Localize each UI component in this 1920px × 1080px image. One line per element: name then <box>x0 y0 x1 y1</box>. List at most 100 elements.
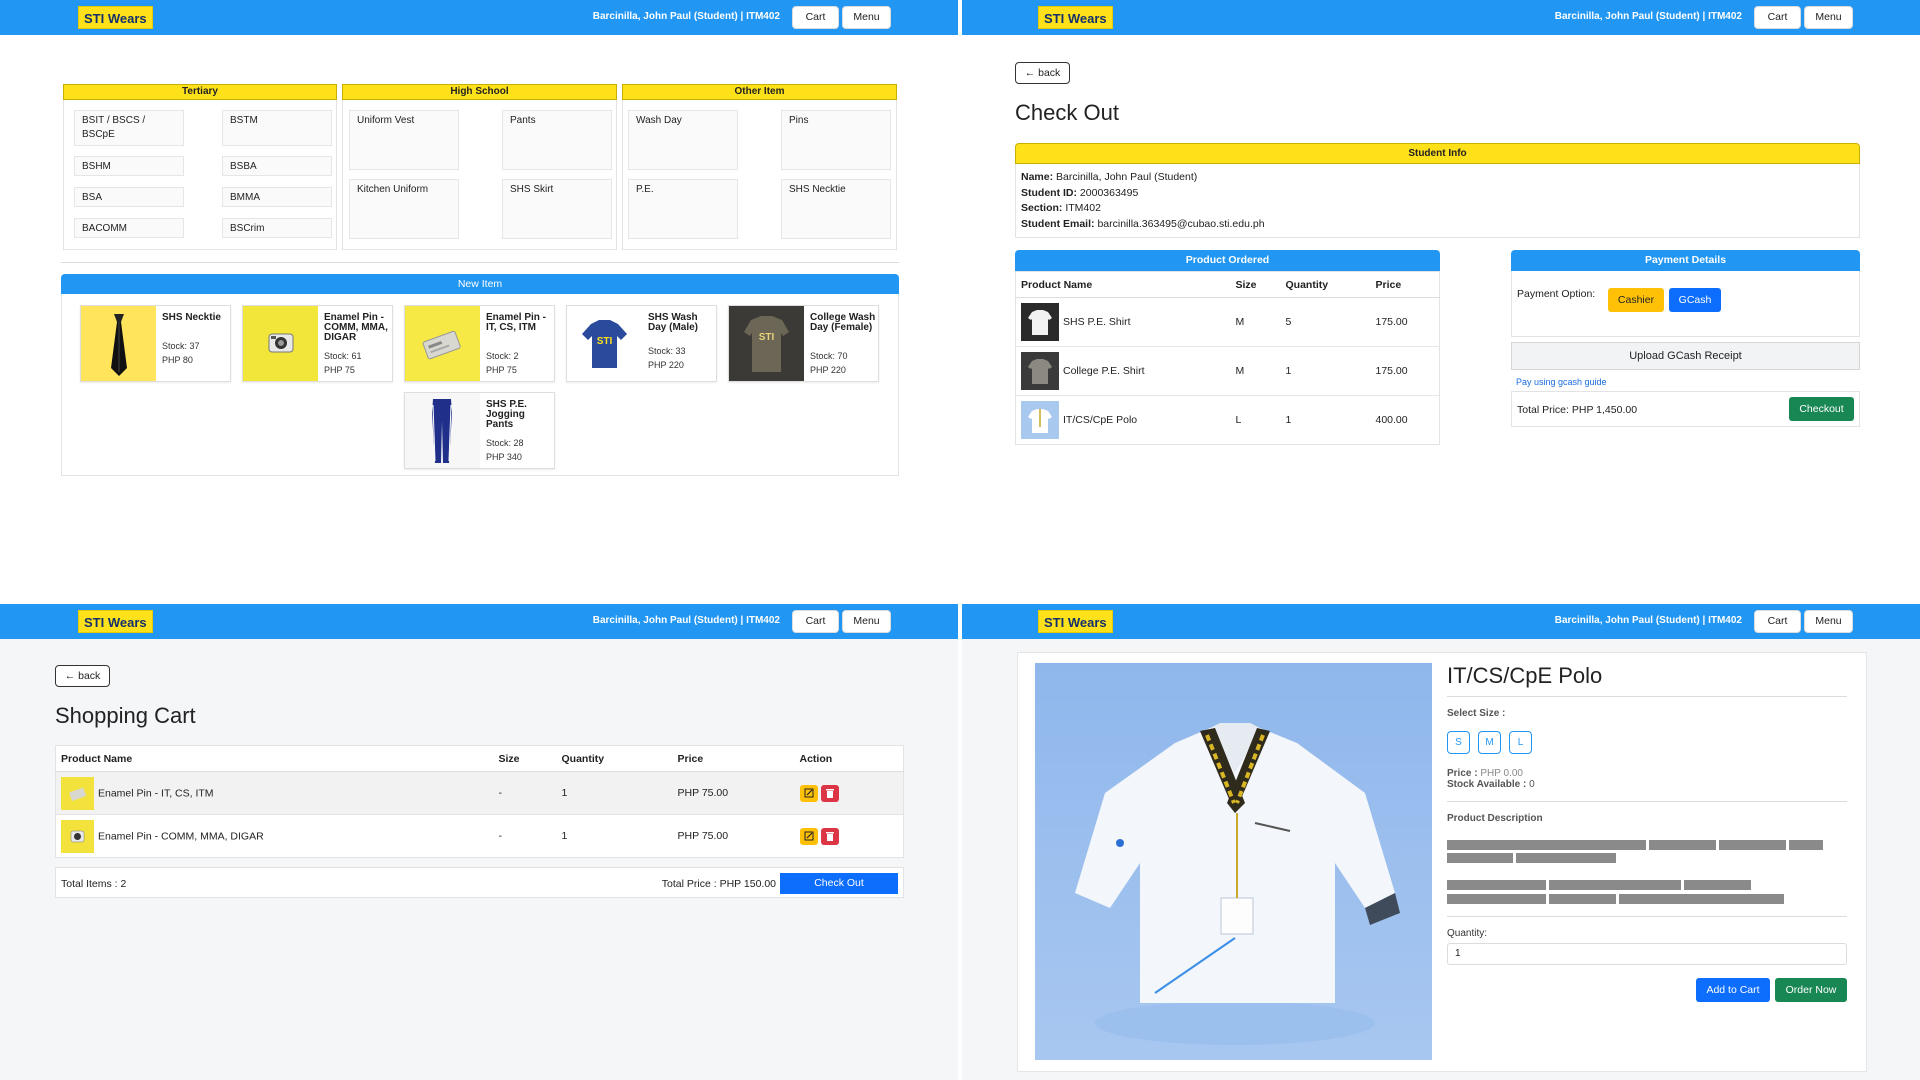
product-stock: Stock: 28 <box>486 438 524 448</box>
cart-button[interactable]: Cart <box>792 610 839 633</box>
divider <box>1447 696 1847 697</box>
product-stock: Stock: 37 <box>162 341 200 351</box>
category-item-bsit[interactable]: BSIT / BSCS / BSCpE <box>74 110 184 146</box>
category-panel-tertiary: BSIT / BSCS / BSCpE BSTM BSHM BSBA BSA B… <box>63 100 337 250</box>
size-option-s[interactable]: S <box>1447 731 1470 754</box>
total-price: Total Price: PHP 1,450.00 <box>1517 404 1638 416</box>
category-item-bshm[interactable]: BSHM <box>74 156 184 176</box>
column-header: Product Name <box>61 752 133 765</box>
svg-text:STI: STI <box>759 332 775 343</box>
brand-logo[interactable]: STI Wears <box>78 610 153 633</box>
gcash-guide-link[interactable]: Pay using gcash guide <box>1516 377 1607 387</box>
brand-logo[interactable]: STI Wears <box>1038 6 1113 29</box>
category-item-bsa[interactable]: BSA <box>74 187 184 207</box>
product-image <box>1035 663 1432 1060</box>
product-name: IT/CS/CpE Polo <box>1063 413 1138 426</box>
category-item-pants[interactable]: Pants <box>502 110 612 170</box>
back-button[interactable]: ← back <box>55 665 110 687</box>
category-item-bmma[interactable]: BMMA <box>222 187 332 207</box>
student-info-header: Student Info <box>1015 143 1860 164</box>
product-card[interactable]: STI College Wash Day (Female) Stock: 70 … <box>728 305 879 382</box>
nav-user-info: Barcinilla, John Paul (Student) | ITM402 <box>592 615 780 626</box>
category-panel-other-item: Wash Day Pins P.E. SHS Necktie <box>622 100 897 250</box>
product-price: 175.00 <box>1375 316 1408 328</box>
column-header: Size <box>498 752 520 765</box>
select-size-label: Select Size : <box>1447 708 1506 719</box>
column-header: Action <box>799 752 833 765</box>
nav-user-info: Barcinilla, John Paul (Student) | ITM402 <box>1554 615 1742 626</box>
description-placeholder <box>1789 840 1823 850</box>
quantity-input[interactable]: 1 <box>1447 943 1847 965</box>
menu-button[interactable]: Menu <box>1804 610 1853 633</box>
product-card[interactable]: Enamel Pin - COMM, MMA, DIGAR Stock: 61 … <box>242 305 393 382</box>
table-row: Enamel Pin - COMM, MMA, DIGAR - 1 PHP 75… <box>56 815 904 858</box>
category-item-uniform-vest[interactable]: Uniform Vest <box>349 110 459 170</box>
table-row: College P.E. Shirt M 1 175.00 <box>1015 347 1440 396</box>
product-image <box>81 306 156 381</box>
cashier-button[interactable]: Cashier <box>1608 288 1664 312</box>
cart-button[interactable]: Cart <box>792 6 839 29</box>
product-price: PHP 75.00 <box>677 787 729 799</box>
price-stock-info: Price : PHP 0.00 Stock Available : 0 <box>1447 768 1535 790</box>
category-item-bacomm[interactable]: BACOMM <box>74 218 184 238</box>
shopping-cart-view: STI Wears Barcinilla, John Paul (Student… <box>0 604 958 1080</box>
edit-icon[interactable] <box>799 827 818 845</box>
product-card[interactable]: STI SHS Wash Day (Male) Stock: 33 PHP 22… <box>566 305 717 382</box>
divider <box>61 262 899 263</box>
brand-logo[interactable]: STI Wears <box>78 6 153 29</box>
cart-summary: Total Items : 2 Total Price : PHP 150.00… <box>55 867 904 898</box>
payment-option-label: Payment Option: <box>1517 288 1596 300</box>
category-item-bsba[interactable]: BSBA <box>222 156 332 176</box>
stock-label: Stock Available : <box>1447 779 1527 790</box>
navbar: STI Wears Barcinilla, John Paul (Student… <box>962 0 1920 35</box>
add-to-cart-button[interactable]: Add to Cart <box>1696 978 1770 1002</box>
description-placeholder <box>1684 880 1751 890</box>
edit-icon[interactable] <box>799 784 818 802</box>
product-image <box>243 306 318 381</box>
upload-receipt-button[interactable]: Upload GCash Receipt <box>1511 342 1860 370</box>
total-panel: Total Price: PHP 1,450.00 Checkout <box>1511 391 1860 427</box>
trash-icon[interactable] <box>820 827 839 845</box>
menu-button[interactable]: Menu <box>842 6 891 29</box>
category-item-pins[interactable]: Pins <box>781 110 891 170</box>
checkout-button[interactable]: Checkout <box>1789 397 1854 421</box>
category-item-kitchen-uniform[interactable]: Kitchen Uniform <box>349 179 459 239</box>
check-out-button[interactable]: Check Out <box>780 873 898 894</box>
product-card[interactable]: SHS P.E. Jogging Pants Stock: 28 PHP 340 <box>404 392 555 469</box>
category-item-shs-necktie[interactable]: SHS Necktie <box>781 179 891 239</box>
category-item-bscrim[interactable]: BSCrim <box>222 218 332 238</box>
order-now-button[interactable]: Order Now <box>1775 978 1847 1002</box>
category-item-pe[interactable]: P.E. <box>628 179 738 239</box>
category-item-shs-skirt[interactable]: SHS Skirt <box>502 179 612 239</box>
student-id-label: Student ID: <box>1021 186 1077 199</box>
product-stock: Stock: 2 <box>486 351 519 361</box>
size-option-l[interactable]: L <box>1509 731 1532 754</box>
brand-logo[interactable]: STI Wears <box>1038 610 1113 633</box>
product-price: PHP 80 <box>162 355 193 365</box>
product-price: 175.00 <box>1375 365 1408 377</box>
back-button[interactable]: ← back <box>1015 62 1070 84</box>
trash-icon[interactable] <box>820 784 839 802</box>
menu-button[interactable]: Menu <box>1804 6 1853 29</box>
divider <box>1447 801 1847 802</box>
cart-button[interactable]: Cart <box>1754 6 1801 29</box>
product-card[interactable]: Enamel Pin - IT, CS, ITM Stock: 2 PHP 75 <box>404 305 555 382</box>
column-header: Product Name <box>1021 278 1093 291</box>
category-item-bstm[interactable]: BSTM <box>222 110 332 146</box>
menu-button[interactable]: Menu <box>842 610 891 633</box>
product-name: College Wash Day (Female) <box>810 312 876 333</box>
column-header: Quantity <box>1285 278 1329 291</box>
student-email: barcinilla.363495@cubao.sti.edu.ph <box>1097 217 1265 230</box>
product-price: PHP 220 <box>648 360 684 370</box>
nav-user-info: Barcinilla, John Paul (Student) | ITM402 <box>592 11 780 22</box>
gcash-button[interactable]: GCash <box>1669 288 1721 312</box>
total-items: Total Items : 2 <box>61 878 127 890</box>
cart-button[interactable]: Cart <box>1754 610 1801 633</box>
size-option-m[interactable]: M <box>1478 731 1501 754</box>
back-label: back <box>1038 67 1061 79</box>
product-card[interactable]: SHS Necktie Stock: 37 PHP 80 <box>80 305 231 382</box>
product-name: College P.E. Shirt <box>1063 364 1145 377</box>
product-name: Enamel Pin - IT, CS, ITM <box>98 786 214 799</box>
category-item-wash-day[interactable]: Wash Day <box>628 110 738 170</box>
description-placeholder <box>1719 840 1786 850</box>
